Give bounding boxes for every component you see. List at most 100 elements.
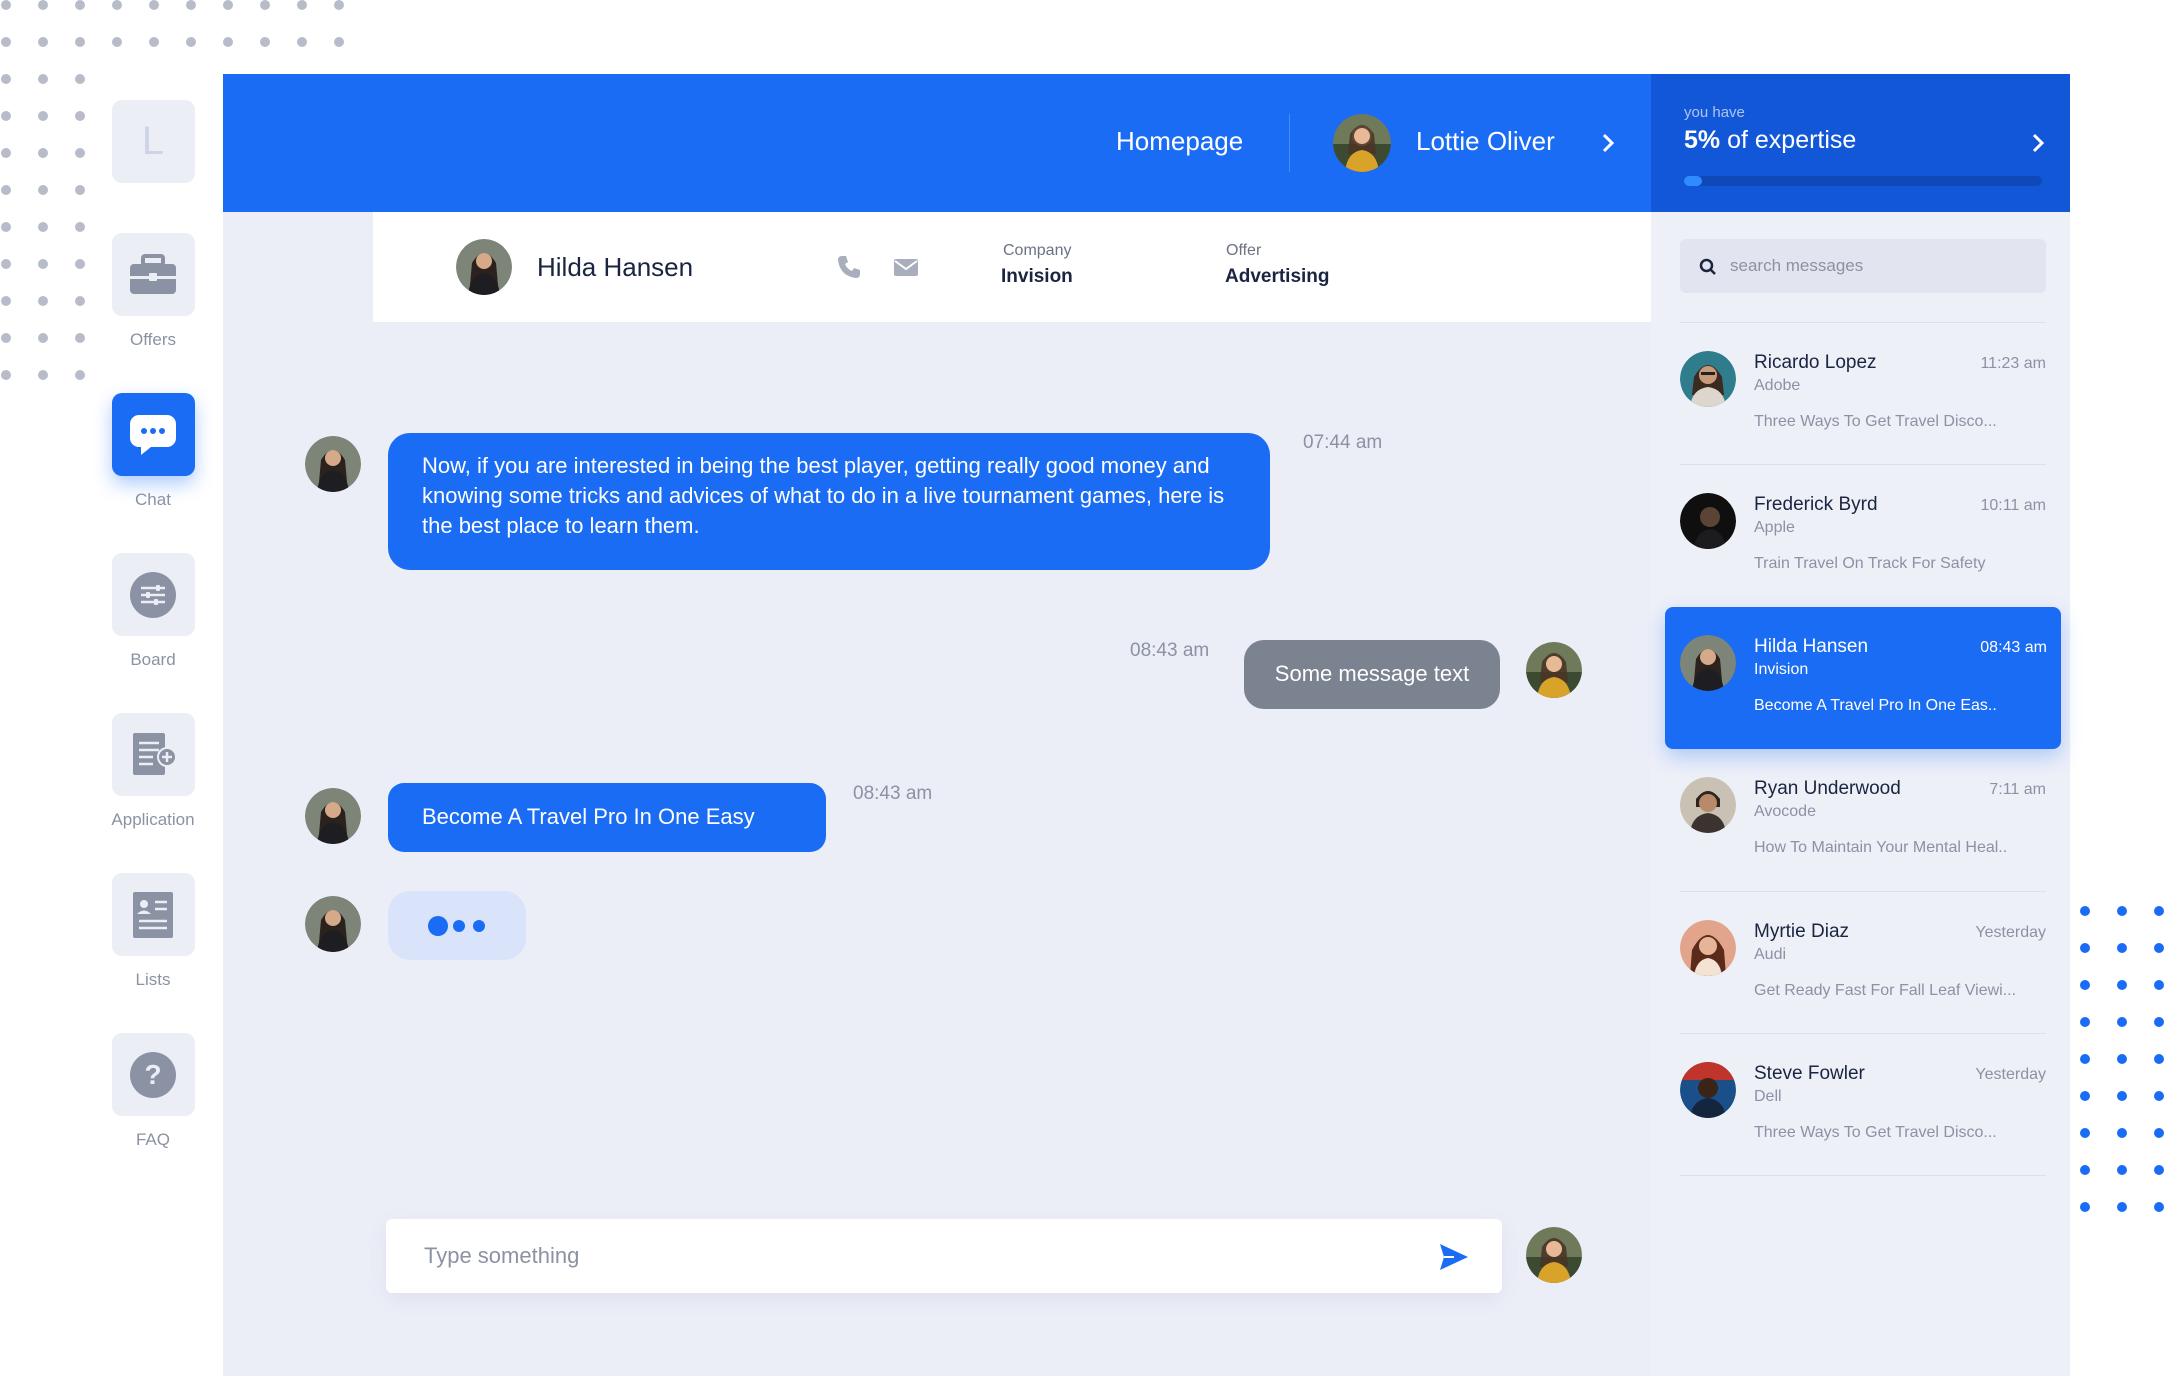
chevron-right-icon[interactable]	[1601, 132, 1615, 154]
conversation-company: Adobe	[1754, 377, 1801, 394]
sidebar-item-board[interactable]: Board	[108, 553, 198, 670]
decorative-dots	[1, 74, 85, 380]
contact-list-icon	[133, 891, 173, 938]
conversation-preview: Become A Travel Pro In One Eas..	[1754, 697, 1997, 714]
svg-text:?: ?	[144, 1059, 161, 1090]
avatar	[1526, 642, 1582, 698]
offer-label: Offer	[1226, 242, 1262, 259]
conversation-item[interactable]: Ryan Underwood Avocode 7:11 am How To Ma…	[1680, 749, 2046, 891]
phone-icon[interactable]	[836, 254, 862, 280]
company-value: Invision	[1001, 266, 1073, 287]
avatar	[1680, 635, 1736, 691]
conversation-company: Audi	[1754, 946, 1787, 963]
main-panel: Homepage Lottie Oliver you have 5% of ex…	[223, 74, 2070, 1376]
conversation-time: 10:11 am	[1980, 497, 2046, 514]
avatar	[1680, 1062, 1736, 1118]
sidebar-item-faq[interactable]: ? FAQ	[108, 1033, 198, 1150]
contact-name: Hilda Hansen	[537, 252, 694, 282]
decorative-dots	[1, 0, 344, 47]
top-bar: Homepage Lottie Oliver	[223, 74, 1651, 212]
expertise-text: 5% of expertise	[1684, 126, 1856, 155]
avatar	[1680, 351, 1736, 407]
expertise-caption: you have	[1684, 104, 1745, 121]
conversation-item[interactable]: Frederick Byrd Apple 10:11 am Train Trav…	[1680, 464, 2046, 606]
search-input[interactable]	[1730, 251, 2030, 281]
divider	[1680, 1175, 2046, 1176]
conversation-name: Myrtie Diaz	[1754, 921, 1850, 942]
message-composer	[386, 1219, 1502, 1293]
conversation-item[interactable]: Myrtie Diaz Audi Yesterday Get Ready Fas…	[1680, 891, 2046, 1033]
message-input[interactable]	[424, 1239, 1384, 1273]
logo-letter: L	[141, 119, 165, 163]
sidebar-item-offers[interactable]: Offers	[108, 233, 198, 350]
conversation-item[interactable]: Steve Fowler Dell Yesterday Three Ways T…	[1680, 1033, 2046, 1175]
avatar[interactable]	[1333, 114, 1391, 172]
sidebar-item-label: Application	[111, 810, 195, 829]
avatar	[1526, 1227, 1582, 1283]
help-icon: ?	[130, 1051, 176, 1098]
avatar	[305, 896, 361, 952]
logo[interactable]: L	[108, 100, 198, 183]
conversation-company: Dell	[1754, 1088, 1782, 1105]
avatar	[1680, 777, 1736, 833]
conversation-company: Apple	[1754, 519, 1795, 536]
message-time: 08:43 am	[853, 783, 933, 804]
conversation-time: 08:43 am	[1980, 639, 2047, 656]
conversation-name: Frederick Byrd	[1754, 494, 1878, 515]
conversation-time: 7:11 am	[1989, 781, 2046, 798]
divider	[1289, 114, 1290, 172]
conversation-name: Hilda Hansen	[1754, 636, 1869, 657]
conversation-preview: How To Maintain Your Mental Heal..	[1754, 839, 2008, 856]
conversation-time: Yesterday	[1975, 1066, 2046, 1083]
mail-icon[interactable]	[893, 254, 919, 280]
sidebar-item-label: FAQ	[135, 1130, 170, 1149]
conversation-item-active[interactable]: Hilda Hansen Invision 08:43 am Become A …	[1665, 607, 2061, 749]
sliders-icon	[130, 571, 176, 618]
message-bubble: Some message text	[1244, 640, 1500, 709]
typing-dot	[473, 920, 485, 932]
avatar	[1680, 920, 1736, 976]
message-bubble: Now, if you are interested in being the …	[388, 433, 1270, 570]
avatar	[1680, 493, 1736, 549]
conversation-company: Invision	[1754, 661, 1809, 678]
message-time: 08:43 am	[1130, 640, 1210, 661]
decorative-dots	[2080, 906, 2164, 1212]
conversation-company: Avocode	[1754, 803, 1816, 820]
typing-indicator	[388, 891, 526, 960]
conversation-item[interactable]: Ricardo Lopez Adobe 11:23 am Three Ways …	[1680, 322, 2046, 464]
conversation-name: Ryan Underwood	[1754, 778, 1901, 799]
user-name[interactable]: Lottie Oliver	[1416, 126, 1555, 157]
chat-icon	[130, 414, 176, 455]
sidebar-item-application[interactable]: Application	[108, 713, 198, 830]
typing-dot	[453, 920, 465, 932]
expertise-progress-fill	[1684, 176, 1702, 186]
sidebar-item-lists[interactable]: Lists	[108, 873, 198, 990]
avatar	[305, 788, 361, 844]
message-bubble: Become A Travel Pro In One Easy	[388, 783, 826, 852]
sidebar-item-chat[interactable]: Chat	[108, 393, 198, 510]
conversation-preview: Three Ways To Get Travel Disco...	[1754, 413, 1997, 430]
company-label: Company	[1003, 242, 1072, 259]
search-icon	[1699, 258, 1716, 275]
expertise-panel[interactable]: you have 5% of expertise	[1651, 74, 2070, 212]
expertise-value: 5%	[1684, 126, 1721, 154]
homepage-link[interactable]: Homepage	[1116, 126, 1243, 157]
message-time: 07:44 am	[1303, 432, 1383, 453]
briefcase-icon	[130, 253, 176, 294]
contact-header: Hilda Hansen Company Invision Offer Adve…	[373, 212, 1651, 322]
conversation-time: 11:23 am	[1980, 355, 2046, 372]
sidebar-item-label: Chat	[135, 490, 171, 509]
expertise-progress-bar	[1684, 176, 2042, 186]
avatar[interactable]	[456, 239, 512, 295]
typing-dot	[428, 916, 448, 936]
conversation-panel: Ricardo Lopez Adobe 11:23 am Three Ways …	[1651, 212, 2070, 1376]
conversation-name: Steve Fowler	[1754, 1063, 1865, 1084]
search-box	[1680, 239, 2046, 293]
conversation-time: Yesterday	[1975, 924, 2046, 941]
chevron-right-icon[interactable]	[2031, 132, 2045, 154]
sidebar-item-label: Offers	[130, 330, 176, 349]
expertise-suffix: of expertise	[1720, 126, 1857, 154]
conversation-preview: Get Ready Fast For Fall Leaf Viewi...	[1754, 982, 2017, 999]
conversation-preview: Train Travel On Track For Safety	[1754, 555, 1986, 572]
send-icon[interactable]	[1438, 1241, 1470, 1273]
